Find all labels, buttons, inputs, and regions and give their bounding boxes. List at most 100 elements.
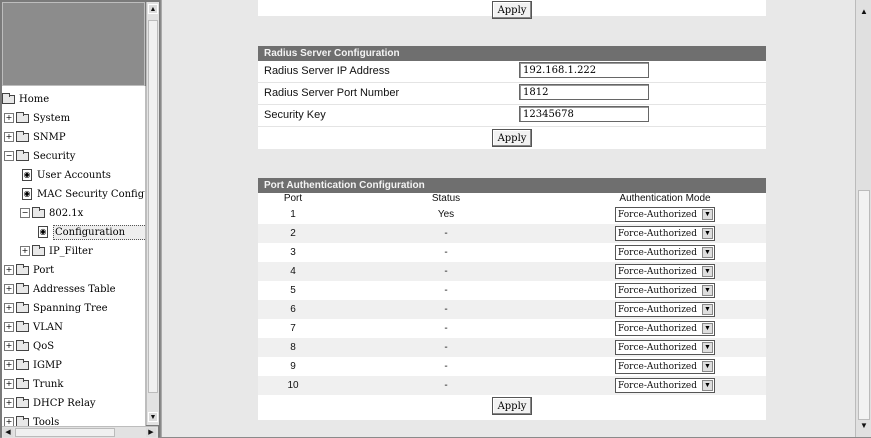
expand-plus-icon[interactable]: +: [4, 322, 14, 332]
expand-plus-icon[interactable]: +: [4, 379, 14, 389]
nav-horizontal-scrollbar[interactable]: ◀ ▶: [2, 426, 158, 438]
nav-item-trunk[interactable]: + Trunk: [4, 376, 63, 392]
auth-mode-select[interactable]: Force-Authorized ▼: [615, 359, 715, 374]
scrollbar-thumb[interactable]: [15, 428, 115, 437]
nav-item-ip-filter[interactable]: + IP_Filter: [20, 243, 93, 259]
chevron-down-icon[interactable]: ▼: [702, 209, 713, 220]
nav-item-snmp[interactable]: + SNMP: [4, 129, 66, 145]
scroll-up-arrow-icon[interactable]: ▲: [148, 4, 158, 14]
expand-plus-icon[interactable]: +: [4, 341, 14, 351]
nav-item-tools[interactable]: + Tools: [4, 414, 59, 426]
scroll-down-arrow-icon[interactable]: ▼: [148, 412, 158, 422]
nav-banner: [2, 2, 145, 86]
expand-plus-icon[interactable]: +: [4, 284, 14, 294]
port-cell: 2: [258, 224, 328, 243]
nav-item-label: IP_Filter: [49, 245, 93, 257]
scroll-right-arrow-icon[interactable]: ▶: [146, 428, 156, 437]
status-cell: -: [328, 319, 564, 338]
chevron-down-icon[interactable]: ▼: [702, 285, 713, 296]
mode-cell: Force-Authorized ▼: [564, 357, 766, 376]
collapse-minus-icon[interactable]: −: [4, 151, 14, 161]
security-key-row: Security Key 12345678: [258, 105, 766, 127]
folder-open-icon: [32, 206, 45, 218]
chevron-down-icon[interactable]: ▼: [702, 380, 713, 391]
scroll-down-arrow-icon[interactable]: ▼: [858, 420, 870, 432]
collapse-minus-icon[interactable]: −: [20, 208, 30, 218]
nav-item-label: SNMP: [33, 131, 66, 143]
scrollbar-thumb[interactable]: [858, 190, 870, 420]
security-key-input[interactable]: 12345678: [519, 106, 649, 122]
nav-vertical-scrollbar[interactable]: ▲ ▼: [146, 2, 159, 425]
status-cell: -: [328, 243, 564, 262]
auth-mode-select[interactable]: Force-Authorized ▼: [615, 340, 715, 355]
auth-mode-select[interactable]: Force-Authorized ▼: [615, 378, 715, 393]
mode-cell: Force-Authorized ▼: [564, 262, 766, 281]
scroll-left-arrow-icon[interactable]: ◀: [3, 428, 13, 437]
expand-plus-icon[interactable]: +: [4, 113, 14, 123]
nav-item-home[interactable]: Home: [2, 91, 49, 107]
radius-apply-button[interactable]: Apply: [491, 129, 533, 147]
select-value: Force-Authorized: [618, 380, 698, 391]
content-vertical-scrollbar[interactable]: ▲ ▼: [855, 0, 871, 437]
chevron-down-icon[interactable]: ▼: [702, 247, 713, 258]
auth-mode-select[interactable]: Force-Authorized ▼: [615, 226, 715, 241]
table-row: 3 - Force-Authorized ▼: [258, 243, 766, 262]
radius-port-row: Radius Server Port Number 1812: [258, 83, 766, 105]
nav-item-user-accounts[interactable]: ◉ User Accounts: [22, 167, 111, 183]
radius-ip-input[interactable]: 192.168.1.222: [519, 62, 649, 78]
auth-mode-select[interactable]: Force-Authorized ▼: [615, 264, 715, 279]
apply-button-previous[interactable]: Apply: [491, 1, 533, 19]
panel-title: Port Authentication Configuration: [258, 178, 766, 193]
nav-item-8021x[interactable]: − 802.1x: [20, 205, 83, 221]
radius-port-input[interactable]: 1812: [519, 84, 649, 100]
nav-item-spanning-tree[interactable]: + Spanning Tree: [4, 300, 108, 316]
chevron-down-icon[interactable]: ▼: [702, 342, 713, 353]
table-row: 5 - Force-Authorized ▼: [258, 281, 766, 300]
nav-item-security[interactable]: − Security: [4, 148, 75, 164]
scrollbar-thumb[interactable]: [148, 20, 158, 393]
auth-mode-select[interactable]: Force-Authorized ▼: [615, 283, 715, 298]
folder-icon: [16, 130, 29, 142]
port-auth-apply-button[interactable]: Apply: [491, 397, 533, 415]
content-frame: Apply Radius Server Configuration Radius…: [161, 0, 856, 437]
expand-plus-icon[interactable]: +: [20, 246, 30, 256]
table-row: 1 Yes Force-Authorized ▼: [258, 205, 766, 224]
select-value: Force-Authorized: [618, 323, 698, 334]
expand-plus-icon[interactable]: +: [4, 360, 14, 370]
nav-item-dhcp-relay[interactable]: + DHCP Relay: [4, 395, 96, 411]
chevron-down-icon[interactable]: ▼: [702, 323, 713, 334]
expand-plus-icon[interactable]: +: [4, 132, 14, 142]
auth-mode-select[interactable]: Force-Authorized ▼: [615, 207, 715, 222]
select-value: Force-Authorized: [618, 304, 698, 315]
folder-icon: [16, 320, 29, 332]
nav-item-configuration[interactable]: ◉ Configuration: [38, 224, 145, 240]
nav-item-addresses-table[interactable]: + Addresses Table: [4, 281, 116, 297]
scroll-up-arrow-icon[interactable]: ▲: [858, 6, 870, 18]
chevron-down-icon[interactable]: ▼: [702, 266, 713, 277]
expand-plus-icon[interactable]: +: [4, 303, 14, 313]
auth-mode-select[interactable]: Force-Authorized ▼: [615, 321, 715, 336]
nav-item-port[interactable]: + Port: [4, 262, 54, 278]
table-row: 9 - Force-Authorized ▼: [258, 357, 766, 376]
nav-item-label: QoS: [33, 340, 55, 352]
port-cell: 10: [258, 376, 328, 395]
status-cell: -: [328, 224, 564, 243]
chevron-down-icon[interactable]: ▼: [702, 304, 713, 315]
auth-mode-select[interactable]: Force-Authorized ▼: [615, 245, 715, 260]
port-auth-table: Port Status Authentication Mode 1 Yes Fo…: [258, 193, 766, 395]
nav-item-mac-security[interactable]: ◉ MAC Security Configu: [22, 186, 146, 202]
expand-plus-icon[interactable]: +: [4, 398, 14, 408]
nav-item-vlan[interactable]: + VLAN: [4, 319, 63, 335]
nav-item-label-selected: Configuration: [53, 224, 145, 240]
chevron-down-icon[interactable]: ▼: [702, 228, 713, 239]
nav-item-system[interactable]: + System: [4, 110, 70, 126]
expand-plus-icon[interactable]: +: [4, 265, 14, 275]
nav-item-qos[interactable]: + QoS: [4, 338, 54, 354]
folder-icon: [16, 396, 29, 408]
chevron-down-icon[interactable]: ▼: [702, 361, 713, 372]
nav-item-label: MAC Security Configu: [37, 188, 146, 200]
auth-mode-select[interactable]: Force-Authorized ▼: [615, 302, 715, 317]
nav-item-igmp[interactable]: + IGMP: [4, 357, 62, 373]
expand-plus-icon[interactable]: +: [4, 417, 14, 426]
folder-icon: [16, 263, 29, 275]
